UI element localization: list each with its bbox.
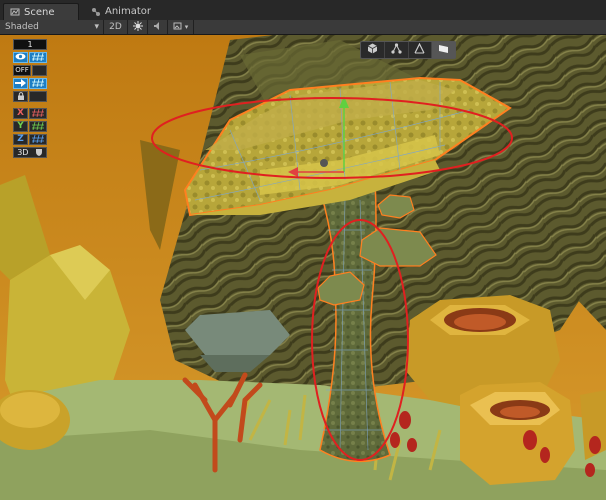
grid-icon — [32, 121, 44, 132]
scene-icon — [10, 7, 20, 17]
dropdown-arrow-icon: ▾ — [184, 23, 189, 31]
layer-row: 1 — [13, 39, 47, 50]
hierarchy-tool-button[interactable] — [385, 42, 409, 58]
lock-icon — [17, 91, 25, 102]
x-label: X — [17, 108, 24, 118]
snap-row — [13, 78, 47, 89]
cube-tool-button[interactable] — [361, 42, 385, 58]
audio-toggle-button[interactable] — [148, 20, 168, 34]
speaker-icon — [153, 21, 163, 34]
scene-toolbar: Shaded ▾ 2D ▾ — [0, 20, 606, 35]
off-toggle[interactable]: OFF — [13, 65, 31, 76]
cube-icon — [367, 43, 378, 57]
layer-number: 1 — [27, 40, 33, 49]
z-axis-toggle[interactable]: Z — [13, 134, 28, 145]
view3d-toggle[interactable]: 3D — [13, 147, 47, 158]
hierarchy-icon — [391, 43, 402, 57]
transform-tool-button[interactable] — [409, 42, 433, 58]
lighting-toggle-icon — [132, 20, 143, 34]
snap-grid-toggle[interactable] — [29, 78, 47, 89]
arrow-right-icon — [15, 78, 26, 89]
mode-2d-button[interactable]: 2D — [104, 20, 128, 34]
image-effects-toggle-button[interactable]: ▾ — [168, 20, 194, 34]
scene-settings-panel: 1 OFF X Y Z 3D — [13, 39, 47, 160]
grid-icon — [32, 134, 44, 145]
grid-icon — [32, 108, 44, 119]
tab-scene-label: Scene — [24, 6, 55, 18]
tool-gizmo-bar — [360, 41, 456, 59]
z-grid-toggle[interactable] — [29, 134, 47, 145]
shading-mode-label: Shaded — [5, 22, 39, 32]
tab-scene[interactable]: Scene — [3, 3, 79, 20]
snap-toggle[interactable] — [13, 78, 28, 89]
visibility-grid-toggle[interactable] — [29, 52, 47, 63]
tab-bar: Scene Animator — [0, 0, 606, 21]
view3d-label: 3D — [17, 148, 29, 157]
off-value[interactable] — [32, 65, 47, 76]
scene-viewport[interactable] — [0, 35, 606, 500]
y-label: Y — [17, 121, 24, 131]
y-axis-row: Y — [13, 121, 47, 132]
visibility-toggle[interactable] — [13, 52, 28, 63]
lighting-toggle-button[interactable] — [128, 20, 148, 34]
lock-row — [13, 91, 47, 102]
z-label: Z — [17, 134, 24, 144]
shape-tool-button[interactable] — [432, 42, 455, 58]
shape-icon — [438, 43, 449, 57]
grid-icon — [32, 52, 44, 63]
mode-2d-label: 2D — [109, 22, 122, 32]
x-axis-toggle[interactable]: X — [13, 108, 28, 119]
grid-icon — [32, 78, 44, 89]
x-axis-row: X — [13, 108, 47, 119]
lock-value[interactable] — [29, 91, 47, 102]
animator-icon — [91, 7, 101, 17]
z-axis-row: Z — [13, 134, 47, 145]
dropdown-arrow-icon: ▾ — [94, 22, 99, 32]
x-grid-toggle[interactable] — [29, 108, 47, 119]
view3d-row: 3D — [13, 147, 47, 158]
tab-animator-label: Animator — [105, 6, 151, 17]
image-effects-toggle-icon — [173, 21, 185, 34]
eye-icon — [15, 53, 26, 62]
visibility-row — [13, 52, 47, 63]
off-label: OFF — [15, 66, 29, 74]
y-grid-toggle[interactable] — [29, 121, 47, 132]
layer-number-field[interactable]: 1 — [13, 39, 47, 50]
shield-icon — [35, 148, 43, 158]
y-axis-toggle[interactable]: Y — [13, 121, 28, 132]
tab-animator[interactable]: Animator — [85, 3, 155, 20]
transform-icon — [414, 42, 425, 57]
shading-mode-dropdown[interactable]: Shaded ▾ — [0, 20, 104, 34]
lock-toggle[interactable] — [13, 91, 28, 102]
off-row: OFF — [13, 65, 47, 76]
